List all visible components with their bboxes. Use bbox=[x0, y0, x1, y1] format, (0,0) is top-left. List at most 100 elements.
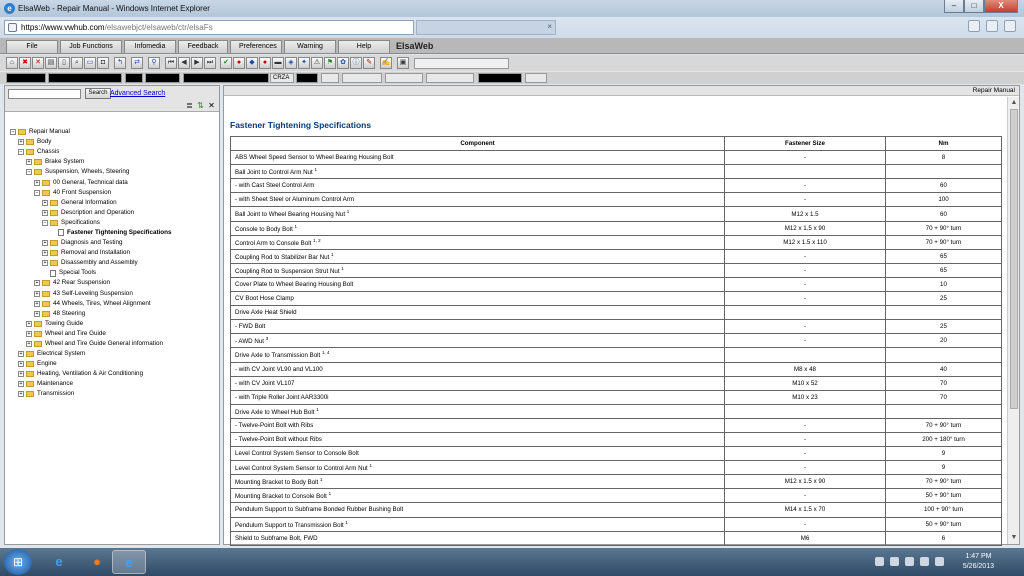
tree-item[interactable]: + Towing Guide bbox=[10, 319, 218, 329]
url-field[interactable]: https:// www.vwhub.com /elsawebjct/elsaw… bbox=[4, 20, 414, 35]
menu-job-functions[interactable]: Job Functions bbox=[60, 40, 122, 53]
expand-icon[interactable]: + bbox=[18, 351, 24, 358]
search-button[interactable]: Search bbox=[85, 88, 111, 99]
tray-monitor-icon[interactable] bbox=[920, 557, 929, 566]
tree-item[interactable]: − 40 Front Suspension bbox=[10, 188, 218, 198]
collapse-icon[interactable]: − bbox=[10, 129, 16, 136]
minimize-button[interactable]: – bbox=[944, 0, 964, 13]
tree-item[interactable]: + Body bbox=[10, 137, 218, 147]
tree-item[interactable]: + Brake System bbox=[10, 157, 218, 167]
tree-item[interactable]: +00 General, Technical data bbox=[10, 177, 218, 187]
collapse-icon[interactable]: − bbox=[34, 189, 40, 196]
stop-icon[interactable]: ✖ bbox=[19, 57, 31, 69]
close-button[interactable]: X bbox=[984, 0, 1018, 13]
magnifier-icon[interactable]: ⚲ bbox=[148, 57, 160, 69]
expand-icon[interactable]: + bbox=[18, 371, 24, 378]
warning-icon[interactable]: ⚠ bbox=[311, 57, 323, 69]
tray-network-icon[interactable] bbox=[905, 557, 914, 566]
taskbar-clock[interactable]: 1:47 PM 5/26/2013 bbox=[963, 552, 994, 572]
undo-icon[interactable]: ↰ bbox=[114, 57, 126, 69]
close-panel-icon[interactable]: ✕ bbox=[207, 102, 216, 110]
favorites-star-icon[interactable] bbox=[986, 20, 998, 32]
tree-item[interactable]: − Specifications bbox=[10, 218, 218, 228]
component-icon[interactable]: ◆ bbox=[246, 57, 258, 69]
home-icon[interactable]: ⌂ bbox=[6, 57, 18, 69]
group-icon[interactable]: ✿ bbox=[337, 57, 349, 69]
tree-item[interactable]: + Diagnosis and Testing bbox=[10, 238, 218, 248]
expand-icon[interactable]: + bbox=[18, 381, 24, 388]
ok-icon[interactable]: ✔ bbox=[220, 57, 232, 69]
expand-icon[interactable]: + bbox=[42, 240, 48, 247]
tree-item[interactable]: − Suspension, Wheels, Steering bbox=[10, 167, 218, 177]
expand-icon[interactable]: + bbox=[34, 179, 40, 186]
expand-icon[interactable]: + bbox=[34, 280, 40, 287]
last-page-icon[interactable]: ⏭ bbox=[204, 57, 216, 69]
notes-icon[interactable]: ✍ bbox=[380, 57, 392, 69]
expand-icon[interactable]: + bbox=[26, 330, 32, 337]
menu-feedback[interactable]: Feedback bbox=[178, 40, 228, 53]
scroll-down-icon[interactable]: ▼ bbox=[1009, 533, 1019, 543]
expand-icon[interactable]: + bbox=[42, 260, 48, 267]
tree-item[interactable]: +44 Wheels, Tires, Wheel Alignment bbox=[10, 299, 218, 309]
tree-item[interactable]: Fastener Tightening Specifications bbox=[10, 228, 218, 238]
start-button[interactable]: ⊞ bbox=[4, 549, 32, 575]
scroll-thumb[interactable] bbox=[1010, 109, 1018, 409]
home-icon[interactable] bbox=[968, 20, 980, 32]
tree-item[interactable]: + Wheel and Tire Guide General informatio… bbox=[10, 339, 218, 349]
search-input[interactable] bbox=[8, 89, 81, 99]
refresh-icon[interactable]: ⇅ bbox=[196, 102, 205, 110]
menu-preferences[interactable]: Preferences bbox=[230, 40, 282, 53]
network-icon[interactable]: ◈ bbox=[285, 57, 297, 69]
menu-warning[interactable]: Warning bbox=[284, 40, 336, 53]
expand-icon[interactable]: + bbox=[26, 159, 32, 166]
browser-tab[interactable]: × bbox=[416, 20, 556, 35]
gear-icon[interactable] bbox=[1004, 20, 1016, 32]
tab-close-icon[interactable]: × bbox=[547, 22, 552, 31]
menu-help[interactable]: Help bbox=[338, 40, 390, 53]
vertical-scrollbar[interactable]: ▲ ▼ bbox=[1007, 97, 1019, 544]
layers-icon[interactable]: ≣ bbox=[185, 102, 194, 110]
expand-icon[interactable]: + bbox=[34, 310, 40, 317]
tree-item[interactable]: + Disassembly and Assembly bbox=[10, 258, 218, 268]
error-icon[interactable]: ● bbox=[233, 57, 245, 69]
tree-item[interactable]: + General Information bbox=[10, 198, 218, 208]
repair-icon[interactable]: ● bbox=[259, 57, 271, 69]
flag-icon[interactable]: ⚑ bbox=[324, 57, 336, 69]
tree-item[interactable]: + Wheel and Tire Guide bbox=[10, 329, 218, 339]
tray-arrow-icon[interactable] bbox=[875, 557, 884, 566]
document-icon[interactable]: ▯ bbox=[58, 57, 70, 69]
collapse-icon[interactable]: − bbox=[26, 169, 32, 176]
tree-item[interactable]: +48 Steering bbox=[10, 309, 218, 319]
tray-volume-icon[interactable] bbox=[935, 557, 944, 566]
tree-item[interactable]: + Electrical System bbox=[10, 349, 218, 359]
expand-icon[interactable]: + bbox=[34, 290, 40, 297]
delete-icon[interactable]: ✕ bbox=[32, 57, 44, 69]
settings-icon[interactable]: ✦ bbox=[298, 57, 310, 69]
tree-item[interactable]: + Engine bbox=[10, 359, 218, 369]
maximize-button[interactable]: □ bbox=[964, 0, 984, 13]
tree-item[interactable]: +43 Self-Leveling Suspension bbox=[10, 289, 218, 299]
next-page-icon[interactable]: ▶ bbox=[191, 57, 203, 69]
tree-item[interactable]: + Maintenance bbox=[10, 379, 218, 389]
swap-icon[interactable]: ⇄ bbox=[131, 57, 143, 69]
menu-file[interactable]: File bbox=[6, 40, 58, 53]
tree-item[interactable]: + Transmission bbox=[10, 389, 218, 399]
tree-item[interactable]: − Repair Manual bbox=[10, 127, 218, 137]
tree-item[interactable]: + Removal and Installation bbox=[10, 248, 218, 258]
expand-icon[interactable]: + bbox=[26, 341, 32, 348]
vehicle-icon[interactable]: ▭ bbox=[84, 57, 96, 69]
first-page-icon[interactable]: ⏮ bbox=[165, 57, 177, 69]
tray-flag-icon[interactable] bbox=[890, 557, 899, 566]
tree-item[interactable]: + Heating, Ventilation & Air Conditioning bbox=[10, 369, 218, 379]
expand-icon[interactable]: + bbox=[26, 320, 32, 327]
internet-explorer-taskbar-icon[interactable]: e bbox=[42, 550, 76, 574]
expand-icon[interactable]: + bbox=[18, 391, 24, 398]
car-icon[interactable]: ◘ bbox=[97, 57, 109, 69]
highlight-icon[interactable]: ✎ bbox=[363, 57, 375, 69]
print-icon[interactable]: ▤ bbox=[45, 57, 57, 69]
window-icon[interactable]: ▣ bbox=[397, 57, 409, 69]
expand-icon[interactable]: + bbox=[42, 250, 48, 257]
parts-icon[interactable]: ▬ bbox=[272, 57, 284, 69]
info-icon[interactable]: ⓘ bbox=[350, 57, 362, 69]
internet-explorer-active-taskbar-icon[interactable]: e bbox=[112, 550, 146, 574]
